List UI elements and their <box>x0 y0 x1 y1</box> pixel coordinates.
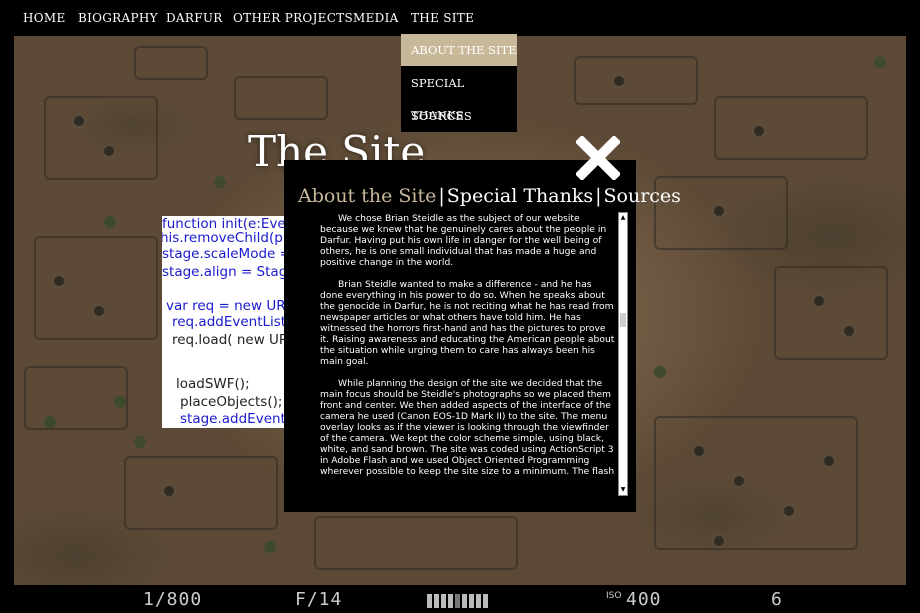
code-snippet-card: function init(e:Event his.removeChild(pr… <box>162 216 303 428</box>
text-scrollbar[interactable]: ▲ ▼ <box>618 212 628 496</box>
code-line: var req = new URLLoad <box>166 298 303 314</box>
tab-separator: | <box>438 185 445 207</box>
code-line: placeObjects(); <box>180 394 283 410</box>
code-line: his.removeChild(preloa <box>162 230 303 246</box>
iso-value: 400 <box>626 589 662 610</box>
about-text: We chose Brian Steidle as the subject of… <box>320 213 615 495</box>
exposure-meter <box>427 593 490 608</box>
iso-label: ISO <box>606 591 622 601</box>
dropdown-item-special-thanks[interactable]: SPECIAL THANKS <box>401 67 517 122</box>
scroll-down-arrow-icon[interactable]: ▼ <box>620 486 626 494</box>
dropdown-item-about-the-site[interactable]: ABOUT THE SITE <box>401 34 517 66</box>
code-line: loadSWF(); <box>176 376 250 392</box>
code-line: stage.align = StageAlig <box>162 264 303 280</box>
nav-biography[interactable]: BIOGRAPHY <box>78 11 158 25</box>
scrollbar-thumb[interactable] <box>620 313 626 327</box>
meter-segment <box>434 594 439 608</box>
nav-home[interactable]: HOME <box>23 11 66 25</box>
top-navigation: HOME BIOGRAPHY DARFUR OTHER PROJECTS MED… <box>0 0 920 36</box>
tab-about-the-site[interactable]: About the Site <box>298 185 436 207</box>
tab-special-thanks[interactable]: Special Thanks <box>447 185 593 207</box>
meter-segment <box>427 594 432 608</box>
tab-separator: | <box>595 185 602 207</box>
nav-other-projects[interactable]: OTHER PROJECTS <box>233 11 353 25</box>
tab-sources[interactable]: Sources <box>604 185 681 207</box>
frame-count: 6 <box>771 589 783 610</box>
about-paragraph: Brian Steidle wanted to make a differenc… <box>320 279 615 367</box>
meter-segment <box>455 594 460 608</box>
close-button[interactable] <box>574 134 622 182</box>
meter-segment <box>469 594 474 608</box>
aperture: F/14 <box>295 589 343 610</box>
about-paragraph: While planning the design of the site we… <box>320 378 615 477</box>
meter-segment <box>476 594 481 608</box>
content-tabs: About the Site | Special Thanks | Sources <box>298 185 681 207</box>
close-icon <box>574 134 622 182</box>
meter-segment <box>441 594 446 608</box>
the-site-dropdown: ABOUT THE SITE SPECIAL THANKS SOURCES <box>401 34 517 132</box>
nav-media[interactable]: MEDIA <box>353 11 399 25</box>
shutter-speed: 1/800 <box>143 589 203 610</box>
nav-darfur[interactable]: DARFUR <box>166 11 223 25</box>
meter-segment <box>462 594 467 608</box>
meter-segment <box>448 594 453 608</box>
scroll-up-arrow-icon[interactable]: ▲ <box>620 214 626 222</box>
code-line: stage.scaleMode = Stag <box>162 246 303 262</box>
about-paragraph: We chose Brian Steidle as the subject of… <box>320 213 607 268</box>
nav-the-site[interactable]: THE SITE <box>411 11 474 25</box>
meter-segment <box>483 594 488 608</box>
